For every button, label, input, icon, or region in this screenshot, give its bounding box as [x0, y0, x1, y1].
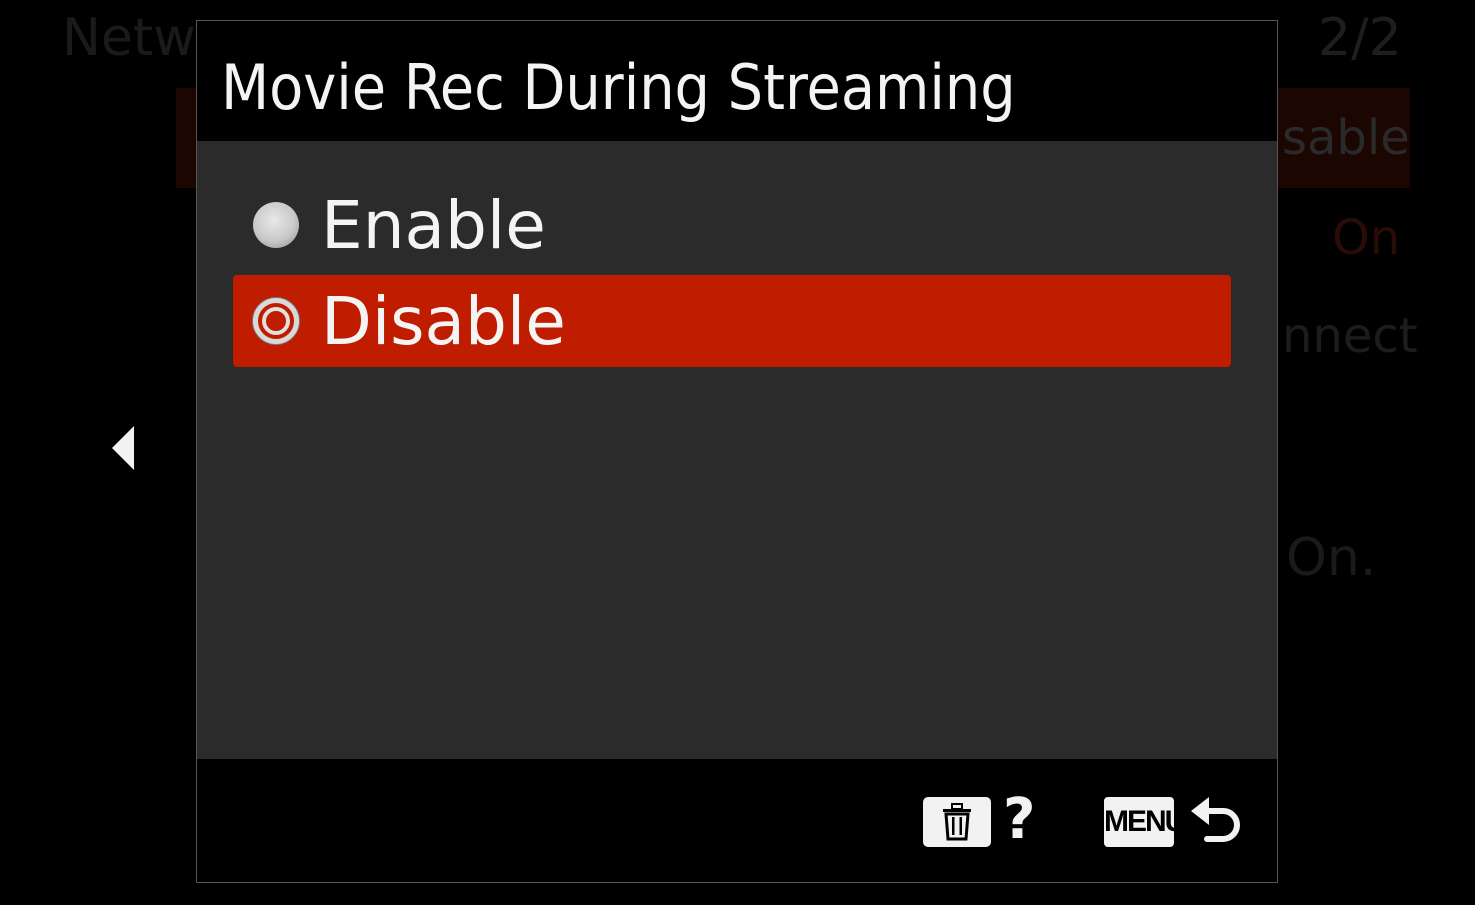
trash-icon: [943, 803, 971, 841]
background-value-4: On.: [1286, 528, 1377, 588]
option-label: Disable: [321, 282, 566, 360]
background-value-2: On: [1332, 210, 1401, 266]
background-value-3: nnect: [1282, 308, 1418, 364]
help-icon[interactable]: ?: [1003, 787, 1035, 852]
background-value-1: sable: [1282, 110, 1410, 166]
menu-button[interactable]: MENU: [1104, 797, 1186, 847]
dialog-footer: ? MENU: [197, 759, 1277, 882]
radio-unselected-icon: [253, 202, 299, 248]
option-label: Enable: [321, 186, 546, 264]
option-disable[interactable]: Disable: [233, 275, 1231, 367]
background-page-indicator: 2/2: [1318, 8, 1402, 68]
option-dialog: Movie Rec During Streaming Enable Disabl…: [196, 20, 1278, 883]
radio-selected-icon: [253, 298, 299, 344]
left-arrow-icon[interactable]: [112, 426, 134, 470]
dialog-body: Enable Disable: [197, 141, 1277, 759]
back-icon[interactable]: [1187, 789, 1247, 853]
dialog-title: Movie Rec During Streaming: [221, 51, 1016, 124]
trash-button[interactable]: [923, 797, 991, 847]
camera-screen: Netwo 2/2 sable On nnect On. Movie Rec D…: [0, 0, 1475, 905]
option-enable[interactable]: Enable: [233, 179, 1231, 271]
